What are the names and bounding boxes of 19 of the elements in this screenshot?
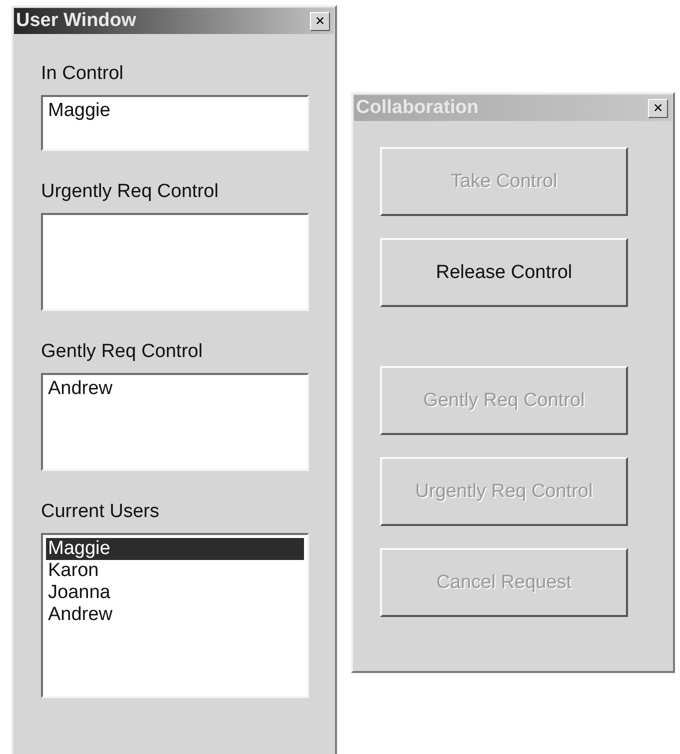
field-label: Current Users — [41, 501, 160, 523]
list-box[interactable]: Maggie — [41, 95, 309, 151]
close-button[interactable]: × — [648, 98, 668, 118]
field-label: Gently Req Control — [41, 341, 204, 363]
list-box[interactable] — [41, 213, 309, 311]
window-title: User Window — [16, 10, 136, 32]
field-label: Urgently Req Control — [41, 181, 220, 203]
list-item[interactable]: Andrew — [46, 378, 304, 400]
list-item[interactable]: Joanna — [46, 582, 304, 604]
list-item[interactable]: Karon — [46, 560, 304, 582]
list-item[interactable]: Maggie — [46, 100, 304, 122]
list-box[interactable]: Andrew — [41, 373, 309, 471]
list-item[interactable]: Maggie — [46, 538, 304, 560]
window-title: Collaboration — [356, 97, 478, 119]
field-label: In Control — [41, 63, 124, 85]
list-item[interactable]: Andrew — [46, 604, 304, 626]
list-box[interactable]: Maggie Karon Joanna Andrew — [41, 533, 309, 698]
action-button[interactable]: Release Control — [380, 238, 628, 307]
close-button[interactable]: × — [310, 12, 330, 30]
